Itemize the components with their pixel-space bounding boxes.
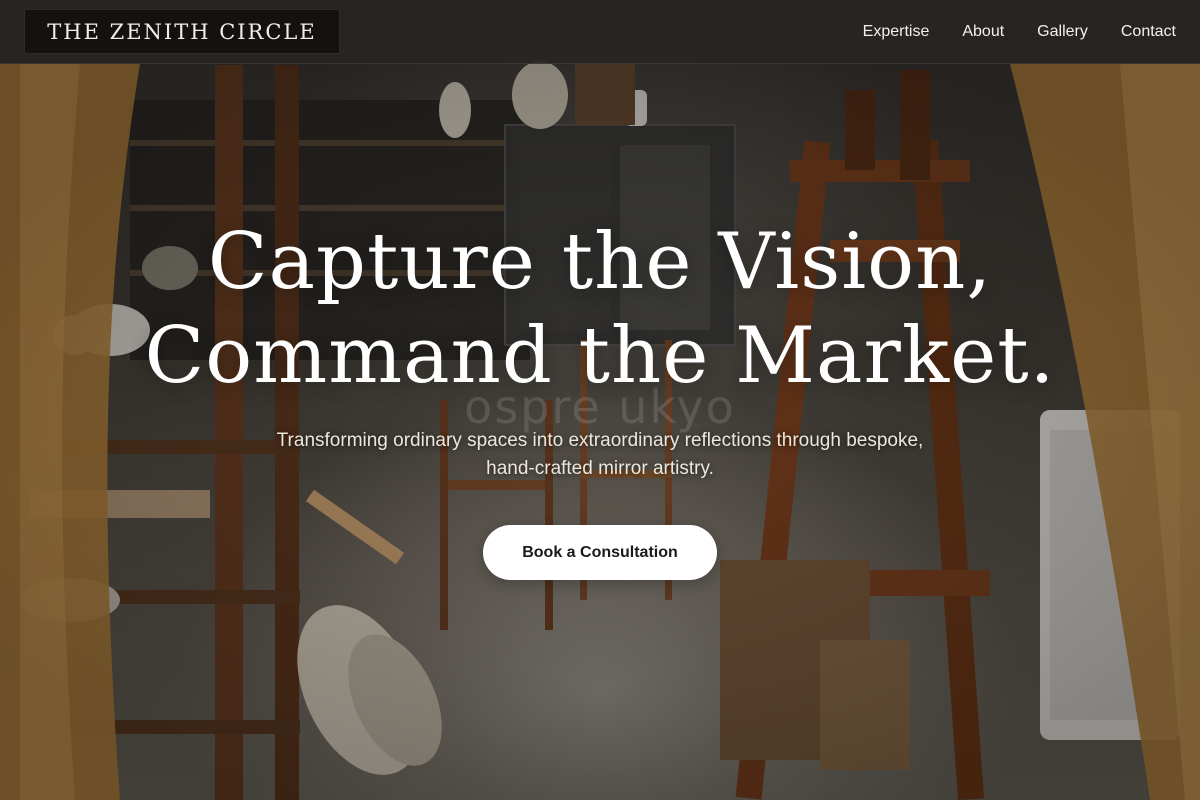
headline-line-2: Command the Market. bbox=[144, 311, 1056, 401]
top-navbar: THE ZENITH CIRCLE Expertise About Galler… bbox=[0, 0, 1200, 64]
nav-link-contact[interactable]: Contact bbox=[1121, 23, 1176, 41]
hero-headline: Capture the Vision, Command the Market. bbox=[0, 215, 1200, 403]
primary-nav: Expertise About Gallery Contact bbox=[863, 23, 1176, 41]
book-consultation-button[interactable]: Book a Consultation bbox=[483, 525, 717, 580]
nav-link-gallery[interactable]: Gallery bbox=[1037, 23, 1088, 41]
headline-line-1: Capture the Vision, bbox=[207, 217, 993, 307]
logo-text: THE ZENITH CIRCLE bbox=[47, 19, 317, 44]
hero-subtitle: Transforming ordinary spaces into extrao… bbox=[276, 430, 924, 479]
hero-content: Capture the Vision, Command the Market. … bbox=[0, 215, 1200, 580]
nav-link-about[interactable]: About bbox=[962, 23, 1004, 41]
nav-link-expertise[interactable]: Expertise bbox=[863, 23, 930, 41]
site-logo[interactable]: THE ZENITH CIRCLE bbox=[24, 9, 340, 54]
